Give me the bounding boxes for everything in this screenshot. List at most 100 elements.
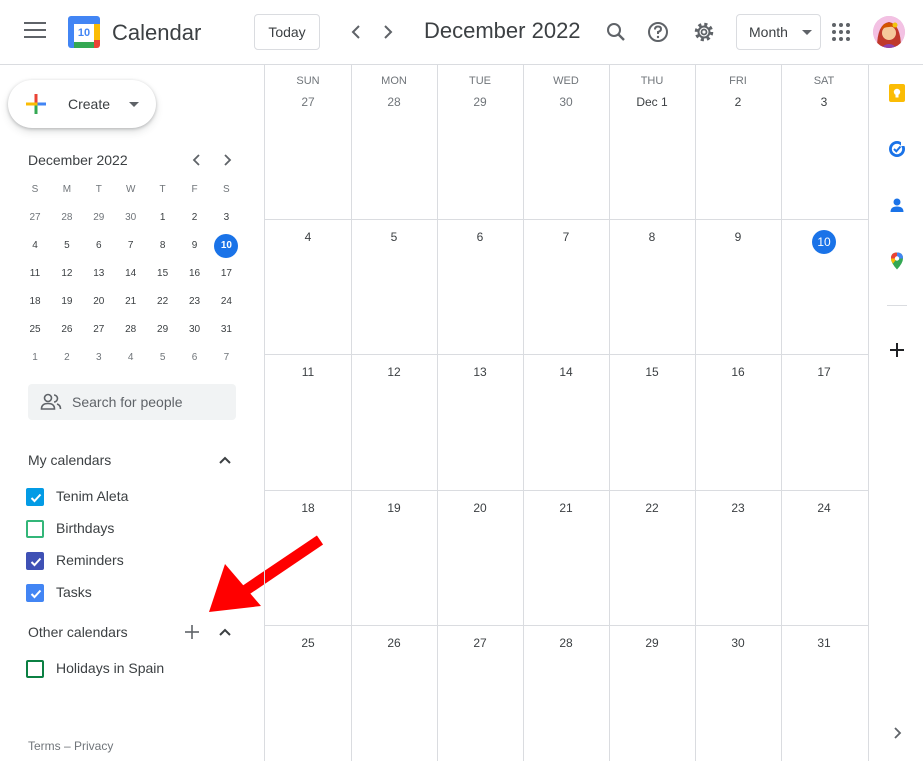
mini-day[interactable]: 3 <box>87 346 111 370</box>
mini-day-today[interactable]: 10 <box>214 234 239 258</box>
collapse-my-calendars-icon[interactable] <box>215 450 235 470</box>
google-apps-grid-icon[interactable] <box>832 23 850 41</box>
day-cell[interactable] <box>437 65 523 219</box>
keep-icon[interactable] <box>887 83 907 103</box>
day-number[interactable]: 22 <box>609 501 695 515</box>
day-number[interactable]: 7 <box>523 230 609 244</box>
mini-day[interactable]: 9 <box>183 234 207 258</box>
day-cell[interactable] <box>523 65 609 219</box>
day-number[interactable]: 4 <box>265 230 351 244</box>
day-number[interactable]: 11 <box>265 365 351 379</box>
account-avatar[interactable] <box>873 16 905 48</box>
mini-day[interactable]: 16 <box>183 262 207 286</box>
mini-day[interactable]: 8 <box>151 234 175 258</box>
mini-day[interactable]: 2 <box>55 346 79 370</box>
mini-day[interactable]: 28 <box>55 206 79 230</box>
mini-day[interactable]: 30 <box>119 206 143 230</box>
collapse-other-calendars-icon[interactable] <box>215 622 235 642</box>
day-cell[interactable] <box>265 65 351 219</box>
day-number[interactable]: 19 <box>351 501 437 515</box>
mini-day[interactable]: 6 <box>183 346 207 370</box>
mini-day[interactable]: 24 <box>214 290 238 314</box>
day-number[interactable]: 20 <box>437 501 523 515</box>
mini-day[interactable]: 1 <box>23 346 47 370</box>
create-button[interactable]: Create <box>8 80 156 128</box>
mini-day[interactable]: 4 <box>119 346 143 370</box>
mini-day[interactable]: 27 <box>23 206 47 230</box>
day-number[interactable]: 12 <box>351 365 437 379</box>
mini-day[interactable]: 5 <box>151 346 175 370</box>
terms-privacy-links[interactable]: Terms – Privacy <box>28 739 113 753</box>
mini-day[interactable]: 4 <box>23 234 47 258</box>
day-cell[interactable] <box>695 65 781 219</box>
day-number[interactable]: 15 <box>609 365 695 379</box>
day-number[interactable]: 27 <box>265 95 351 109</box>
mini-next-month-button[interactable] <box>217 150 237 170</box>
day-number-today[interactable]: 10 <box>781 230 867 254</box>
mini-day[interactable]: 2 <box>183 206 207 230</box>
day-number[interactable]: 17 <box>781 365 867 379</box>
my-calendars-title[interactable]: My calendars <box>28 452 111 468</box>
mini-day[interactable]: 15 <box>151 262 175 286</box>
checkbox-checked-icon[interactable] <box>26 488 44 506</box>
day-cell[interactable] <box>351 65 437 219</box>
contacts-icon[interactable] <box>887 195 907 215</box>
mini-day[interactable]: 5 <box>55 234 79 258</box>
mini-prev-month-button[interactable] <box>187 150 207 170</box>
checkbox-unchecked-icon[interactable] <box>26 520 44 538</box>
mini-day[interactable]: 20 <box>87 290 111 314</box>
day-number[interactable]: 14 <box>523 365 609 379</box>
day-number[interactable]: 23 <box>695 501 781 515</box>
other-calendars-title[interactable]: Other calendars <box>28 624 128 640</box>
mini-day[interactable]: 7 <box>214 346 238 370</box>
day-number[interactable]: 30 <box>695 636 781 650</box>
day-number[interactable]: 18 <box>265 501 351 515</box>
day-number[interactable]: 28 <box>351 95 437 109</box>
day-cell[interactable] <box>609 65 695 219</box>
mini-day[interactable]: 17 <box>214 262 238 286</box>
main-menu-icon[interactable] <box>24 22 46 42</box>
next-month-button[interactable] <box>376 20 400 44</box>
day-number[interactable]: 25 <box>265 636 351 650</box>
day-number[interactable]: 29 <box>609 636 695 650</box>
help-icon[interactable] <box>644 18 672 46</box>
day-number[interactable]: 16 <box>695 365 781 379</box>
previous-month-button[interactable] <box>344 20 368 44</box>
day-cell[interactable] <box>781 65 867 219</box>
day-number[interactable]: 28 <box>523 636 609 650</box>
day-number[interactable]: Dec 1 <box>609 95 695 109</box>
day-number[interactable]: 3 <box>781 95 867 109</box>
day-number[interactable]: 24 <box>781 501 867 515</box>
mini-day[interactable]: 11 <box>23 262 47 286</box>
app-title[interactable]: Calendar <box>112 20 201 46</box>
mini-day[interactable]: 29 <box>151 318 175 342</box>
search-icon[interactable] <box>602 18 630 46</box>
view-select-dropdown[interactable]: Month <box>736 14 821 50</box>
mini-day[interactable]: 23 <box>183 290 207 314</box>
expand-panel-icon[interactable] <box>887 723 907 743</box>
mini-day[interactable]: 21 <box>119 290 143 314</box>
day-number[interactable]: 13 <box>437 365 523 379</box>
mini-day[interactable]: 1 <box>151 206 175 230</box>
mini-day[interactable]: 12 <box>55 262 79 286</box>
day-number[interactable]: 5 <box>351 230 437 244</box>
day-number[interactable]: 6 <box>437 230 523 244</box>
mini-day[interactable]: 6 <box>87 234 111 258</box>
mini-day[interactable]: 22 <box>151 290 175 314</box>
day-number[interactable]: 26 <box>351 636 437 650</box>
day-number[interactable]: 31 <box>781 636 867 650</box>
day-number[interactable]: 29 <box>437 95 523 109</box>
mini-day[interactable]: 25 <box>23 318 47 342</box>
mini-day[interactable]: 13 <box>87 262 111 286</box>
mini-day[interactable]: 18 <box>23 290 47 314</box>
tasks-icon[interactable] <box>887 139 907 159</box>
mini-day[interactable]: 3 <box>214 206 238 230</box>
day-number[interactable]: 21 <box>523 501 609 515</box>
day-number[interactable]: 27 <box>437 636 523 650</box>
mini-day[interactable]: 7 <box>119 234 143 258</box>
mini-day[interactable]: 26 <box>55 318 79 342</box>
day-number[interactable]: 8 <box>609 230 695 244</box>
mini-day[interactable]: 28 <box>119 318 143 342</box>
mini-day[interactable]: 27 <box>87 318 111 342</box>
search-people-input[interactable]: Search for people <box>28 384 236 420</box>
